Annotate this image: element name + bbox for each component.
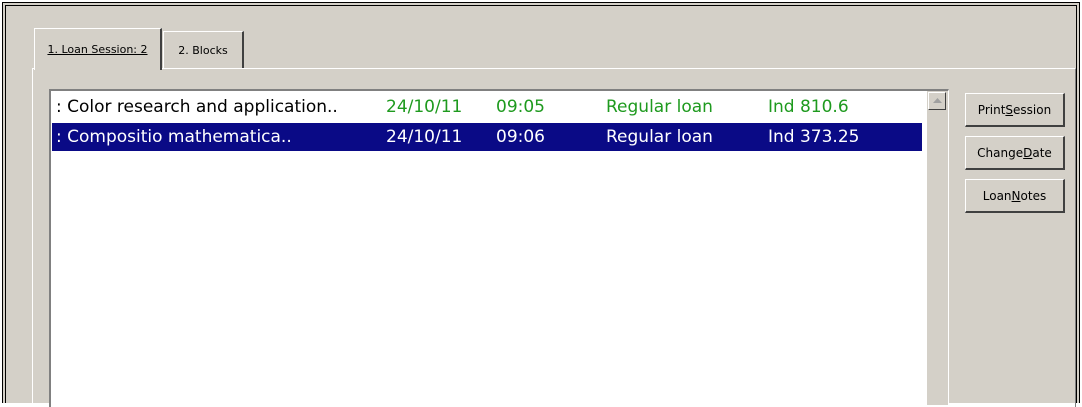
loan-time: 09:05 [496, 97, 545, 117]
loan-title: : Compositio mathematica.. [56, 127, 292, 147]
loan-date: 24/10/11 [386, 97, 463, 117]
scroll-up-button[interactable] [928, 92, 946, 110]
accelerator-key: S [1005, 102, 1014, 117]
button-label: Change [977, 145, 1024, 160]
button-label: Loan [982, 188, 1012, 203]
print-session-button[interactable]: Print Session [965, 93, 1065, 127]
tab-panel: : Color research and application.. 24/10… [32, 68, 1076, 407]
scroll-up-arrow-icon [932, 98, 942, 103]
accelerator-key: D [1023, 145, 1033, 160]
window-frame: 1. Loan Session: 2 2. Blocks : Color res… [2, 2, 1080, 407]
loan-type: Regular loan [606, 97, 713, 117]
loan-title: : Color research and application.. [56, 97, 338, 117]
change-date-button[interactable]: Change Date [965, 136, 1065, 170]
list-item-selected[interactable]: : Compositio mathematica.. 24/10/11 09:0… [52, 123, 922, 151]
loan-time: 09:06 [496, 127, 545, 147]
tab-loan-session[interactable]: 1. Loan Session: 2 [34, 28, 162, 70]
loan-type: Regular loan [606, 127, 713, 147]
tab-blocks[interactable]: 2. Blocks [163, 31, 244, 68]
loan-date: 24/10/11 [386, 127, 463, 147]
accelerator-key: N [1011, 188, 1021, 203]
button-label: otes [1020, 188, 1047, 203]
button-label: ession [1013, 102, 1052, 117]
vertical-scrollbar[interactable] [926, 91, 948, 405]
loan-list[interactable]: : Color research and application.. 24/10… [49, 89, 949, 407]
button-label: ate [1032, 145, 1052, 160]
loan-notes-button[interactable]: Loan Notes [965, 179, 1065, 213]
list-item[interactable]: : Color research and application.. 24/10… [52, 93, 922, 121]
loan-shelfmark: Ind 373.25 [768, 127, 860, 147]
loan-shelfmark: Ind 810.6 [768, 97, 849, 117]
button-label: Print [977, 102, 1006, 117]
